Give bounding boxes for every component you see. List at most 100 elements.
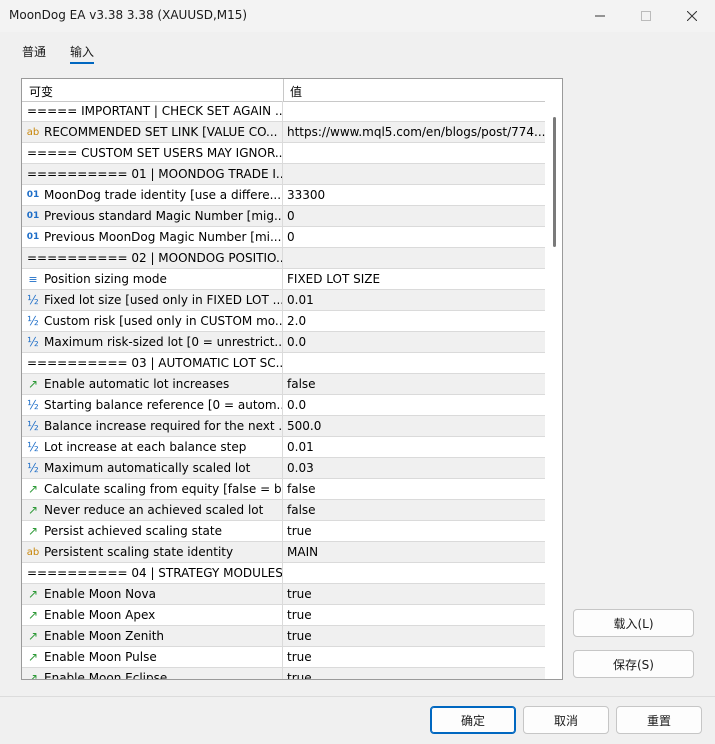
double-type-icon: ½ [27, 314, 39, 328]
close-icon [687, 11, 697, 21]
active-tab-indicator [70, 62, 94, 64]
variable-cell: ½ Custom risk [used only in CUSTOM mo... [22, 311, 283, 331]
maximize-button[interactable] [623, 0, 669, 32]
variable-cell: ↗ Persist achieved scaling state [22, 521, 283, 541]
value-cell[interactable]: true [287, 671, 312, 679]
variable-cell: 01 Previous MoonDog Magic Number [mi... [22, 227, 283, 247]
section-header-row[interactable]: ===== IMPORTANT | CHECK SET AGAIN ... [22, 101, 545, 122]
value-cell[interactable]: 2.0 [287, 314, 306, 328]
variable-cell: ↗ Enable Moon Eclipse [22, 668, 283, 680]
variable-name: Position sizing mode [44, 272, 167, 286]
inputs-grid[interactable]: 可变 值 ===== IMPORTANT | CHECK SET AGAIN .… [21, 78, 563, 680]
value-cell[interactable]: 33300 [287, 188, 325, 202]
value-cell[interactable]: 0.01 [287, 293, 314, 307]
ok-button[interactable]: 确定 [430, 706, 516, 734]
variable-cell: ½ Maximum automatically scaled lot [22, 458, 283, 478]
table-row[interactable]: 01 Previous standard Magic Number [mig...… [22, 206, 545, 227]
table-row[interactable]: ½ Maximum risk-sized lot [0 = unrestrict.… [22, 332, 545, 353]
variable-name: Persistent scaling state identity [44, 545, 234, 559]
table-row[interactable]: ab RECOMMENDED SET LINK [VALUE CO... https… [22, 122, 545, 143]
value-cell[interactable]: true [287, 524, 312, 538]
variable-cell: ========== 01 | MOONDOG TRADE I... [22, 164, 283, 184]
table-row[interactable]: ½ Maximum automatically scaled lot 0.03 [22, 458, 545, 479]
table-row[interactable]: ↗ Calculate scaling from equity [false = … [22, 479, 545, 500]
section-header-row[interactable]: ========== 04 | STRATEGY MODULES... [22, 563, 545, 584]
tab-general[interactable]: 普通 [22, 43, 46, 60]
variable-name: Previous MoonDog Magic Number [mi... [44, 230, 282, 244]
table-row[interactable]: ↗ Enable Moon Nova true [22, 584, 545, 605]
table-row[interactable]: ↗ Enable Moon Pulse true [22, 647, 545, 668]
variable-cell: ↗ Enable Moon Pulse [22, 647, 283, 667]
table-row[interactable]: ↗ Never reduce an achieved scaled lot fals… [22, 500, 545, 521]
table-row[interactable]: ↗ Enable Moon Eclipse true [22, 668, 545, 680]
table-row[interactable]: ↗ Enable Moon Zenith true [22, 626, 545, 647]
variable-cell: ab RECOMMENDED SET LINK [VALUE CO... [22, 122, 283, 142]
table-row[interactable]: ab Persistent scaling state identity MAIN [22, 542, 545, 563]
table-row[interactable]: ≡ Position sizing mode FIXED LOT SIZE [22, 269, 545, 290]
variable-name: Maximum risk-sized lot [0 = unrestrict..… [44, 335, 283, 349]
boolean-type-icon: ↗ [27, 671, 39, 680]
cancel-button[interactable]: 取消 [523, 706, 609, 734]
grid-rows: ===== IMPORTANT | CHECK SET AGAIN ... ab R… [22, 101, 545, 680]
column-header-variable[interactable]: 可变 [29, 83, 53, 100]
variable-name: Enable Moon Apex [44, 608, 156, 622]
table-row[interactable]: 01 MoonDog trade identity [use a differe.… [22, 185, 545, 206]
variable-name: ===== IMPORTANT | CHECK SET AGAIN ... [27, 104, 283, 118]
double-type-icon: ½ [27, 398, 39, 412]
title-bar: MoonDog EA v3.38 3.38 (XAUUSD,M15) [0, 0, 715, 32]
variable-cell: ===== CUSTOM SET USERS MAY IGNOR... [22, 143, 283, 163]
save-button[interactable]: 保存(S) [573, 650, 694, 678]
value-cell[interactable]: false [287, 377, 316, 391]
value-cell[interactable]: MAIN [287, 545, 318, 559]
value-cell[interactable]: 0.0 [287, 335, 306, 349]
integer-type-icon: 01 [26, 211, 40, 221]
table-row[interactable]: ↗ Persist achieved scaling state true [22, 521, 545, 542]
value-cell[interactable]: 0.03 [287, 461, 314, 475]
close-button[interactable] [669, 0, 715, 32]
value-cell[interactable]: FIXED LOT SIZE [287, 272, 380, 286]
table-row[interactable]: 01 Previous MoonDog Magic Number [mi... 0 [22, 227, 545, 248]
value-cell[interactable]: https://www.mql5.com/en/blogs/post/774..… [287, 125, 545, 139]
value-cell[interactable]: 0.01 [287, 440, 314, 454]
variable-cell: ½ Balance increase required for the next … [22, 416, 283, 436]
variable-name: ========== 04 | STRATEGY MODULES... [27, 566, 283, 580]
section-header-row[interactable]: ========== 03 | AUTOMATIC LOT SC... [22, 353, 545, 374]
table-row[interactable]: ½ Custom risk [used only in CUSTOM mo... 2… [22, 311, 545, 332]
section-header-row[interactable]: ========== 01 | MOONDOG TRADE I... [22, 164, 545, 185]
double-type-icon: ½ [27, 461, 39, 475]
value-cell[interactable]: 0.0 [287, 398, 306, 412]
tab-inputs[interactable]: 输入 [70, 43, 94, 60]
value-cell[interactable]: true [287, 650, 312, 664]
section-header-row[interactable]: ===== CUSTOM SET USERS MAY IGNOR... [22, 143, 545, 164]
value-cell[interactable]: false [287, 482, 316, 496]
table-row[interactable]: ½ Fixed lot size [used only in FIXED LOT … [22, 290, 545, 311]
table-row[interactable]: ↗ Enable automatic lot increases false [22, 374, 545, 395]
boolean-type-icon: ↗ [27, 503, 39, 517]
vertical-scrollbar[interactable] [545, 101, 562, 679]
value-cell[interactable]: true [287, 608, 312, 622]
integer-type-icon: 01 [26, 232, 40, 242]
variable-name: Previous standard Magic Number [mig... [44, 209, 283, 223]
minimize-button[interactable] [577, 0, 623, 32]
column-header-value[interactable]: 值 [290, 83, 302, 100]
column-divider[interactable] [283, 79, 284, 101]
value-cell[interactable]: true [287, 629, 312, 643]
double-type-icon: ½ [27, 335, 39, 349]
value-cell[interactable]: 0 [287, 230, 295, 244]
variable-cell: ½ Fixed lot size [used only in FIXED LOT … [22, 290, 283, 310]
boolean-type-icon: ↗ [27, 524, 39, 538]
load-button[interactable]: 载入(L) [573, 609, 694, 637]
table-row[interactable]: ½ Lot increase at each balance step 0.01 [22, 437, 545, 458]
table-row[interactable]: ½ Starting balance reference [0 = autom..… [22, 395, 545, 416]
value-cell[interactable]: true [287, 587, 312, 601]
table-row[interactable]: ½ Balance increase required for the next … [22, 416, 545, 437]
table-row[interactable]: ↗ Enable Moon Apex true [22, 605, 545, 626]
value-cell[interactable]: false [287, 503, 316, 517]
section-header-row[interactable]: ========== 02 | MOONDOG POSITIO... [22, 248, 545, 269]
reset-button[interactable]: 重置 [616, 706, 702, 734]
value-cell[interactable]: 500.0 [287, 419, 321, 433]
value-cell[interactable]: 0 [287, 209, 295, 223]
tab-bar: 普通 输入 [0, 40, 715, 66]
scrollbar-thumb[interactable] [553, 117, 556, 247]
double-type-icon: ½ [27, 293, 39, 307]
